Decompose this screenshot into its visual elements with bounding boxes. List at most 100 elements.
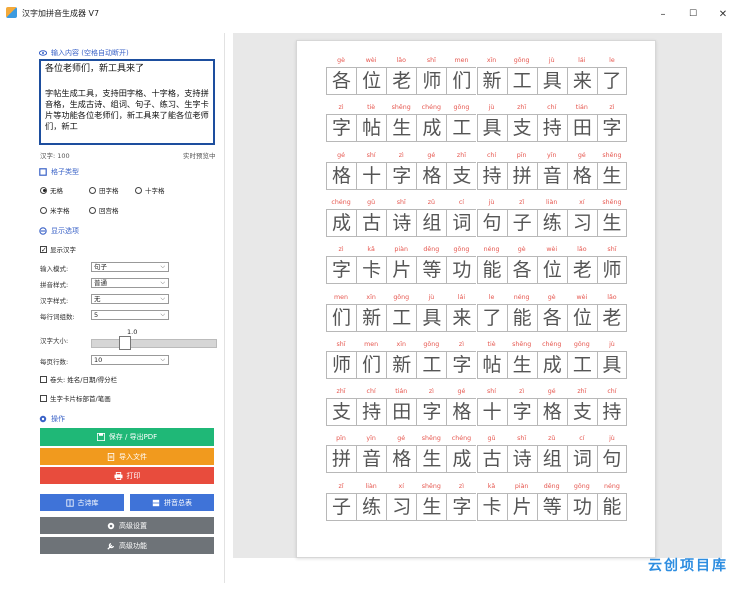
pinyin-text: pīn xyxy=(336,435,346,443)
worksheet-cell: xí 习 xyxy=(386,481,417,523)
pinyin-style-label: 拼音样式: xyxy=(40,281,69,289)
import-file-button[interactable]: 导入文件 xyxy=(40,448,214,465)
worksheet-cell: chí 持 xyxy=(476,150,507,192)
font-size-slider[interactable] xyxy=(91,339,217,348)
pinyin-text: lái xyxy=(457,293,466,301)
hanzi-text: 格 xyxy=(566,161,597,190)
grid-option-tianzige[interactable]: 田字格 xyxy=(89,185,119,195)
rows-per-page-select[interactable]: 10 ⌵ xyxy=(91,355,169,365)
pinyin-text: zì xyxy=(458,340,464,348)
worksheet-row: zǐ 子 liàn 练 xí 习 shēng 生 zì 字 kǎ 卡 piàn 片 děng 等 gōng 功 né… xyxy=(326,481,627,523)
card-radical-checkbox[interactable]: 生字卡片标部首/笔画 xyxy=(40,393,111,403)
worksheet-cell: le 了 xyxy=(596,55,627,97)
hanzi-text: 师 xyxy=(416,67,447,95)
header-checkbox[interactable]: 卷头: 姓名/日期/得分栏 xyxy=(40,374,117,384)
text-input[interactable]: 各位老师们，新工具来了 字帖生成工具，支持田字格、十字格，支持拼音格，生成古诗、… xyxy=(39,59,215,145)
hanzi-text: 们 xyxy=(356,350,387,379)
print-button[interactable]: 打印 xyxy=(40,467,214,484)
worksheet-cell: néng 能 xyxy=(506,292,537,334)
pinyin-text: kǎ xyxy=(487,482,496,490)
grid-option-mizige[interactable]: 米字格 xyxy=(40,205,70,215)
worksheet-cell: chí 持 xyxy=(356,386,387,428)
poem-library-button[interactable]: 古诗库 xyxy=(40,494,124,511)
pinyin-text: jù xyxy=(609,340,615,348)
input-section-header: 输入内容 (空格自动断开) xyxy=(39,48,129,58)
worksheet-cell: zǔ 组 xyxy=(416,197,447,239)
hanzi-style-select[interactable]: 无 ⌵ xyxy=(91,294,169,304)
maximize-button[interactable]: ☐ xyxy=(682,6,704,22)
file-icon xyxy=(107,452,115,461)
grid-option-shizige[interactable]: 十字格 xyxy=(135,185,165,195)
pinyin-text: lǎo xyxy=(577,246,587,254)
pinyin-text: jù xyxy=(428,293,435,301)
hanzi-text: 卡 xyxy=(476,492,507,521)
hanzi-text: 持 xyxy=(536,114,567,143)
hanzi-text: 师 xyxy=(596,256,627,285)
hanzi-text: 习 xyxy=(566,208,597,237)
pinyin-text: zhī xyxy=(577,388,587,396)
worksheet-cell: tiè 帖 xyxy=(476,339,507,381)
pinyin-text: zǐ xyxy=(519,198,525,206)
font-size-slider-thumb[interactable] xyxy=(119,336,131,350)
pinyin-text: zì xyxy=(519,388,525,396)
hanzi-text: 卡 xyxy=(356,256,387,285)
pinyin-text: xīn xyxy=(396,340,406,348)
worksheet-cell: shī 诗 xyxy=(386,197,417,239)
worksheet-cell: zì 字 xyxy=(416,386,447,428)
hanzi-text: 诗 xyxy=(506,445,537,474)
hanzi-text: 格 xyxy=(326,161,357,190)
hanzi-text: 各 xyxy=(506,256,537,285)
pinyin-text: zì xyxy=(458,482,464,490)
hanzi-text: 习 xyxy=(386,492,417,521)
grid-option-none[interactable]: 无格 xyxy=(40,185,63,195)
worksheet-cell: gōng 工 xyxy=(386,292,417,334)
minimize-button[interactable]: – xyxy=(652,6,674,22)
char-count: 汉字: 100 xyxy=(40,152,70,160)
hanzi-text: 功 xyxy=(566,492,597,521)
hanzi-text: 子 xyxy=(326,492,357,521)
hanzi-text: 具 xyxy=(536,67,567,95)
worksheet-cell: xīn 新 xyxy=(476,55,507,97)
hanzi-text: 生 xyxy=(596,161,627,190)
advanced-settings-button[interactable]: 高级设置 xyxy=(40,517,214,534)
worksheet-row: men 们 xīn 新 gōng 工 jù 具 lái 来 le 了 néng 能 gè 各 wèi 位 lǎo 老 xyxy=(326,292,627,334)
save-export-pdf-button[interactable]: 保存 / 导出PDF xyxy=(40,428,214,446)
worksheet-cell: gōng 功 xyxy=(566,481,597,523)
worksheet-cell: chéng 成 xyxy=(326,197,357,239)
close-button[interactable]: ✕ xyxy=(712,6,734,22)
pinyin-text: zì xyxy=(609,104,615,112)
pinyin-text: gōng xyxy=(573,340,590,348)
font-size-value: 1.0 xyxy=(127,328,138,336)
hanzi-text: 等 xyxy=(416,256,447,285)
pinyin-text: xīn xyxy=(366,293,376,301)
worksheet-cell: piàn 片 xyxy=(386,244,417,286)
hanzi-text: 生 xyxy=(506,350,537,379)
worksheet-cell: lǎo 老 xyxy=(596,292,627,334)
pinyin-style-select[interactable]: 普通 ⌵ xyxy=(91,278,169,288)
worksheet-cell: gōng 工 xyxy=(416,339,447,381)
pinyin-table-button[interactable]: 拼音总表 xyxy=(130,494,214,511)
pinyin-text: xīn xyxy=(486,57,497,64)
worksheet-cell: pīn 拼 xyxy=(506,150,537,192)
pinyin-text: jù xyxy=(548,57,555,64)
worksheet-cell: zì 字 xyxy=(506,386,537,428)
pinyin-text: wèi xyxy=(546,246,558,254)
hanzi-text: 持 xyxy=(476,161,507,190)
rows-per-page-label: 每页行数: xyxy=(40,358,69,366)
worksheet-cell: gǔ 古 xyxy=(356,197,387,239)
pinyin-text: néng xyxy=(604,482,620,490)
pinyin-text: shēng xyxy=(421,435,441,443)
show-hanzi-checkbox[interactable]: ✓ 显示汉字 xyxy=(40,244,76,254)
input-mode-select[interactable]: 句子 ⌵ xyxy=(91,262,169,272)
hanzi-text: 字 xyxy=(446,492,477,521)
worksheet-cell: lǎo 老 xyxy=(566,244,597,286)
worksheet-cell: zì 字 xyxy=(596,102,627,144)
grid-option-huigongge[interactable]: 回宫格 xyxy=(89,205,119,215)
hanzi-text: 具 xyxy=(596,350,627,379)
words-per-row-select[interactable]: 5 ⌵ xyxy=(91,310,169,320)
advanced-functions-button[interactable]: 高级功能 xyxy=(40,537,214,554)
pinyin-text: zì xyxy=(398,151,404,159)
settings-icon xyxy=(107,522,115,529)
hanzi-text: 具 xyxy=(416,303,447,332)
display-section-header: 显示选项 xyxy=(39,226,79,236)
